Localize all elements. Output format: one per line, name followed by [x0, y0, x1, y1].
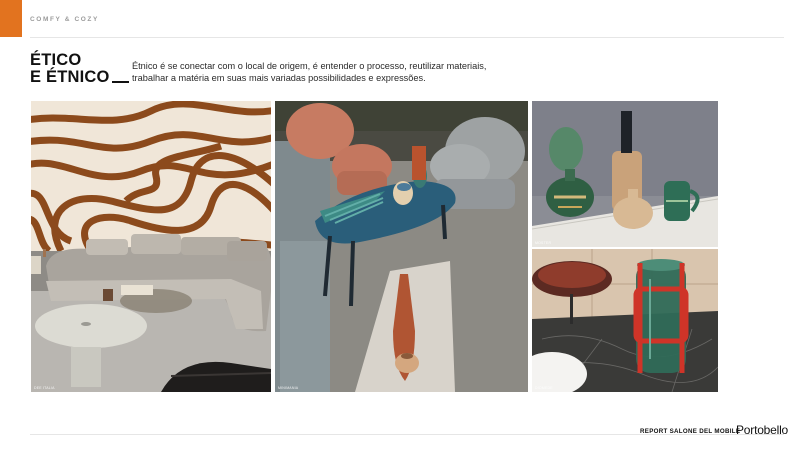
accent-block: [0, 0, 22, 37]
living-room-photo: DEE ITALIA: [31, 101, 271, 392]
brand-logo: Portobello: [736, 423, 789, 437]
title-line-1: ÉTICO: [30, 51, 82, 69]
top-divider: [30, 37, 784, 38]
ceramic-vases-photo: MOSTER: [532, 101, 718, 247]
title-dash: [112, 81, 129, 83]
intro-paragraph: Étnico é se conectar com o local de orig…: [132, 61, 487, 84]
blue-table-photo: MINIMANIA: [275, 101, 528, 392]
photo-credit: DEE ITALIA: [34, 386, 55, 390]
title-line-2: E ÉTNICO: [30, 68, 110, 86]
section-label: COMFY & COZY: [30, 16, 99, 23]
page-title: ÉTICO E ÉTNICO: [30, 52, 110, 86]
red-vase-photo: DIOMEDE: [532, 249, 718, 392]
photo-credit: MINIMANIA: [278, 386, 299, 390]
photo-credit: MOSTER: [535, 241, 552, 245]
photo-credit: DIOMEDE: [535, 386, 553, 390]
report-label: REPORT SALONE DEL MOBILE: [640, 428, 741, 435]
